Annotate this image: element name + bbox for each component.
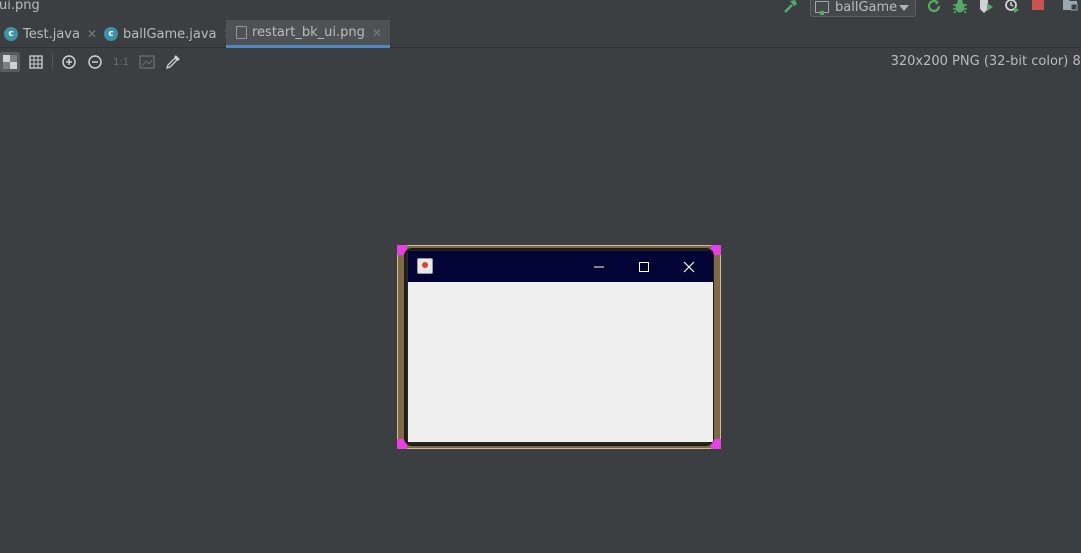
actual-size-icon[interactable]: 1:1 bbox=[111, 52, 131, 72]
image-editor-toolbar: 1:1 320x200 PNG (32-bit color) 89 bbox=[0, 49, 1081, 75]
tab-label: restart_bk_ui.png bbox=[252, 25, 365, 40]
tab-ballgame-java[interactable]: c ballGame.java ✕ bbox=[104, 20, 234, 48]
minimize-button bbox=[577, 251, 621, 282]
run-config-icon bbox=[815, 1, 829, 15]
fit-zoom-icon[interactable] bbox=[137, 52, 157, 72]
grid-icon[interactable] bbox=[26, 52, 46, 72]
zoom-in-icon[interactable] bbox=[59, 52, 79, 72]
debug-icon[interactable] bbox=[952, 0, 968, 15]
java-app-icon bbox=[417, 258, 433, 274]
editor-tab-bar: c Test.java ✕ c ballGame.java ✕ restart_… bbox=[0, 20, 1081, 48]
color-picker-icon[interactable] bbox=[163, 52, 183, 72]
java-class-icon: c bbox=[4, 27, 18, 41]
file-title: ui.png bbox=[0, 0, 40, 13]
close-window-button bbox=[667, 251, 711, 282]
window-titlebar bbox=[408, 251, 713, 282]
profile-icon[interactable] bbox=[1004, 0, 1020, 15]
tab-restart-bk-ui-png[interactable]: restart_bk_ui.png ✕ bbox=[226, 20, 390, 48]
build-hammer-icon[interactable] bbox=[783, 0, 799, 14]
stop-icon[interactable] bbox=[1030, 0, 1046, 15]
rerun-icon[interactable] bbox=[926, 0, 942, 15]
run-config-label: ballGame bbox=[835, 0, 898, 15]
close-icon[interactable]: ✕ bbox=[87, 27, 97, 41]
image-preview bbox=[397, 245, 721, 449]
java-class-icon: c bbox=[104, 27, 118, 41]
tab-label: Test.java bbox=[23, 26, 80, 42]
tab-test-java[interactable]: c Test.java ✕ bbox=[4, 20, 97, 48]
window-content bbox=[408, 282, 713, 442]
image-info: 320x200 PNG (32-bit color) 89 bbox=[890, 54, 1081, 69]
tab-label: ballGame.java bbox=[123, 26, 217, 42]
chevron-down-icon bbox=[899, 5, 909, 11]
top-bar: ui.png ballGame bbox=[0, 0, 1081, 20]
close-icon[interactable]: ✕ bbox=[372, 26, 382, 40]
coverage-icon[interactable] bbox=[978, 0, 994, 15]
run-config-select[interactable]: ballGame bbox=[810, 0, 916, 17]
image-file-icon bbox=[236, 26, 247, 39]
zoom-out-icon[interactable] bbox=[85, 52, 105, 72]
chessboard-icon[interactable] bbox=[0, 52, 20, 72]
project-structure-icon[interactable] bbox=[1062, 0, 1078, 15]
maximize-button bbox=[622, 251, 666, 282]
toolbar-separator bbox=[52, 54, 53, 70]
